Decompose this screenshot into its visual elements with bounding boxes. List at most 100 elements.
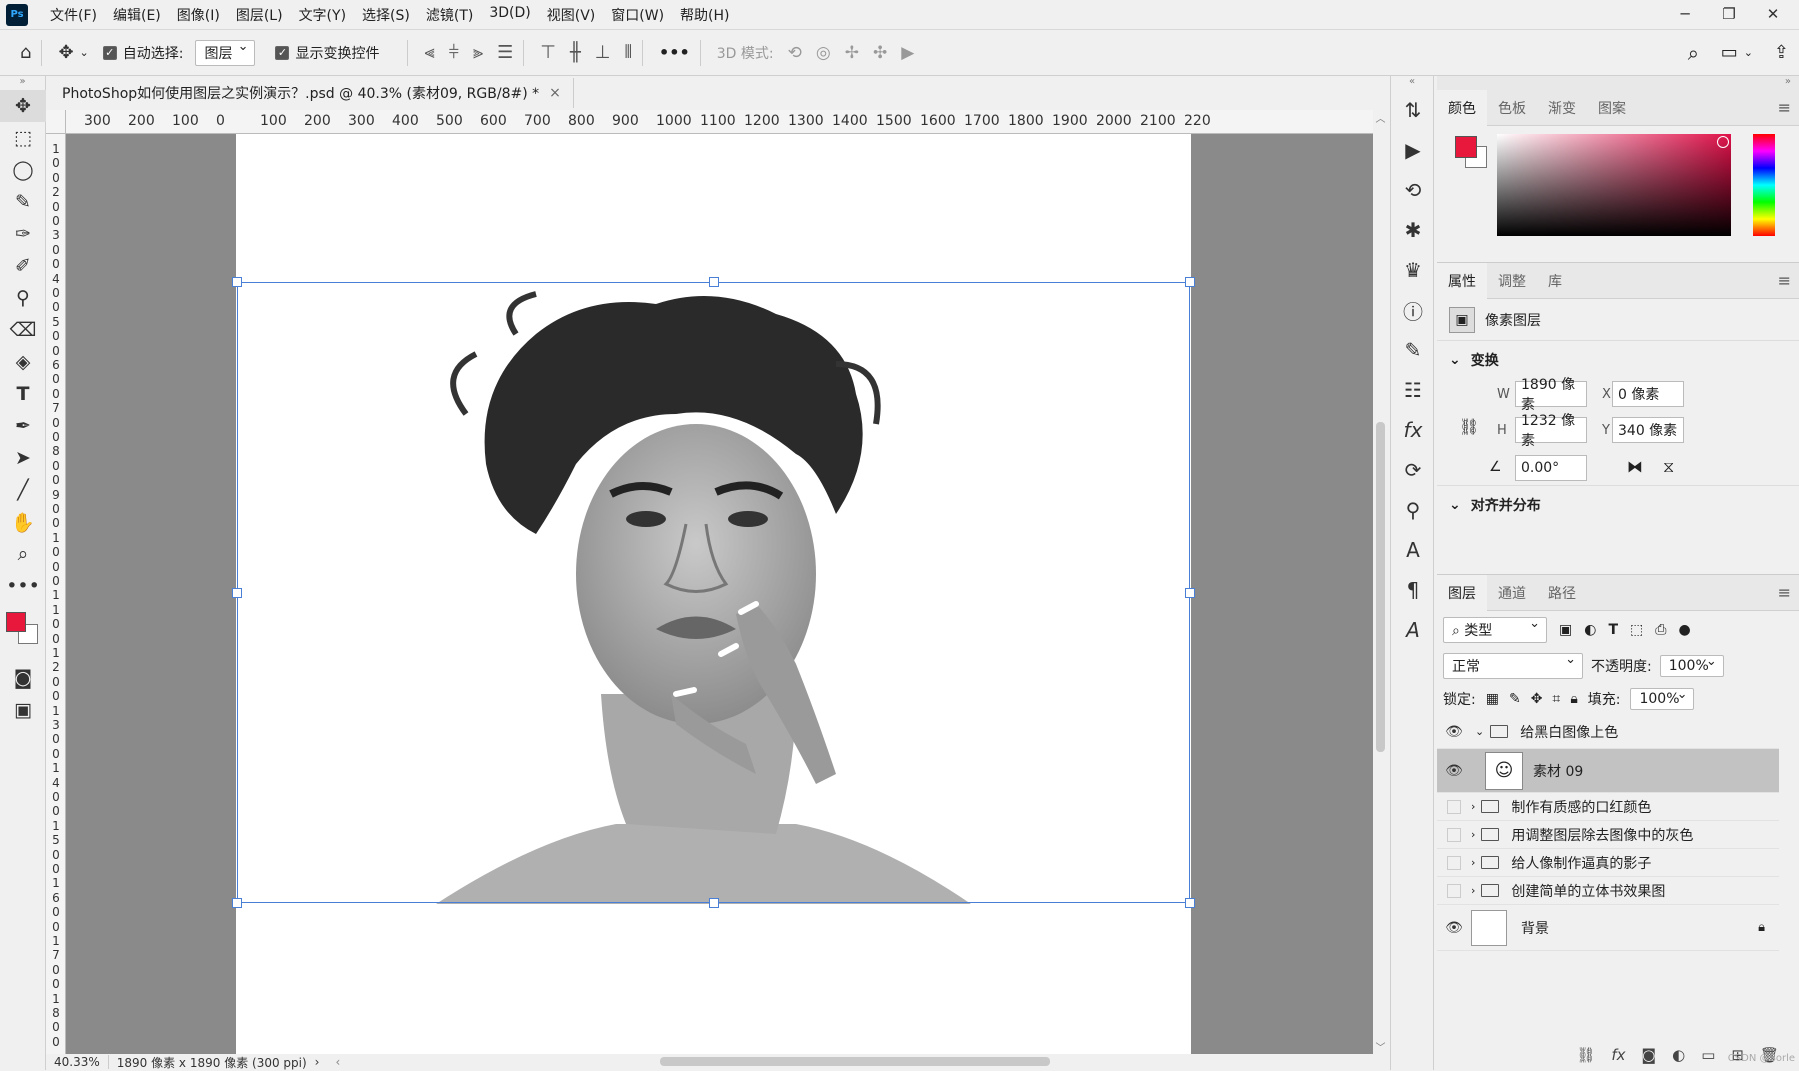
3d-roll-icon[interactable]: ◎ (816, 43, 831, 63)
brush-presets-icon[interactable]: ♛ (1391, 250, 1435, 290)
3d-orbit-icon[interactable]: ⟲ (788, 43, 802, 63)
height-field[interactable]: 1232 像素 (1515, 413, 1587, 449)
quick-select-tool[interactable]: ✎ (0, 186, 46, 218)
paint-bucket-tool[interactable]: ◈ (0, 346, 46, 378)
brush-settings-icon[interactable]: ✎ (1391, 330, 1435, 370)
scrollbar-thumb[interactable] (1376, 422, 1385, 752)
stamp-tool[interactable]: ⚲ (0, 282, 46, 314)
distribute-icon[interactable]: ☰ (497, 42, 513, 63)
adjustments-icon[interactable]: ☷ (1391, 370, 1435, 410)
lock-position-icon[interactable]: ✥ (1531, 691, 1543, 707)
layer-row[interactable]: › 给人像制作逼真的影子 (1437, 849, 1779, 877)
properties-stamp-icon[interactable]: ⚲ (1391, 490, 1435, 530)
visibility-eye-icon[interactable]: 👁︎ (1437, 920, 1471, 936)
panel-tab[interactable]: 路径 (1537, 575, 1587, 611)
width-field[interactable]: 1890 像素 (1515, 377, 1587, 413)
distribute-v-icon[interactable]: ⫴ (624, 42, 632, 63)
info-icon[interactable]: ⓘ (1391, 290, 1435, 330)
transform-handle[interactable] (232, 898, 242, 908)
panel-tab[interactable]: 图层 (1437, 574, 1487, 611)
align-hcenter-icon[interactable]: ⫩ (449, 42, 459, 63)
chevron-right-icon[interactable]: › (1471, 800, 1475, 813)
angle-field[interactable]: 0.00° (1515, 455, 1587, 481)
flip-horizontal-icon[interactable]: ⧓ (1627, 457, 1643, 476)
x-field[interactable]: 0 像素 (1612, 381, 1684, 407)
lock-pixels-icon[interactable]: ✎ (1509, 691, 1521, 707)
chevron-right-icon[interactable]: › (1471, 856, 1475, 869)
chevron-down-icon[interactable]: ⌄ (1475, 725, 1484, 738)
align-vcenter-icon[interactable]: ╫ (570, 42, 581, 63)
transform-handle[interactable] (232, 588, 242, 598)
marquee-tool[interactable]: ⬚ (0, 122, 46, 154)
line-tool[interactable]: ╱ (0, 474, 46, 506)
transform-handle[interactable] (709, 898, 719, 908)
eyedropper-tool[interactable]: ✑ (0, 218, 46, 250)
filter-smart-icon[interactable]: ⎙ (1655, 622, 1666, 638)
zoom-level[interactable]: 40.33% (46, 1055, 109, 1069)
menu-item[interactable]: 文件(F) (42, 5, 105, 25)
panel-menu-icon[interactable]: ≡ (1778, 271, 1791, 290)
panel-tab[interactable]: 通道 (1487, 575, 1537, 611)
menu-item[interactable]: 选择(S) (354, 5, 418, 25)
layer-filter-dropdown[interactable]: ⌕ 类型 (1443, 616, 1547, 643)
align-top-icon[interactable]: ⊤ (540, 42, 556, 63)
panel-tab[interactable]: 库 (1537, 263, 1573, 299)
transform-handle[interactable] (1185, 898, 1195, 908)
menu-item[interactable]: 帮助(H) (672, 5, 737, 25)
3d-slide-icon[interactable]: ✣ (873, 43, 887, 63)
hand-tool[interactable]: ✋ (0, 506, 46, 538)
lock-artboard-icon[interactable]: ⌗ (1552, 691, 1560, 707)
zoom-tool[interactable]: ⌕ (0, 538, 46, 570)
chevron-right-icon[interactable]: › (1471, 884, 1475, 897)
screen-mode-icon[interactable]: ▣ (0, 694, 46, 726)
layer-row[interactable]: 👁︎ ☺ 素材 09 (1437, 749, 1779, 793)
layer-row[interactable]: 👁︎ ⌄ 给黑白图像上色 (1437, 715, 1779, 749)
visibility-toggle[interactable] (1447, 799, 1461, 814)
layer-row[interactable]: › 制作有质感的口红颜色 (1437, 793, 1779, 821)
transform-bounding-box[interactable] (232, 277, 1195, 908)
collapse-icons-icon[interactable]: « (1391, 76, 1433, 90)
opacity-field[interactable]: 100% (1659, 654, 1724, 677)
foreground-color-swatch[interactable] (1455, 136, 1477, 158)
visibility-eye-icon[interactable]: 👁︎ (1437, 763, 1471, 779)
status-menu-arrow[interactable]: › (315, 1055, 320, 1069)
type-tool[interactable]: T (0, 378, 46, 410)
character-icon[interactable]: A (1391, 530, 1435, 570)
share-icon[interactable]: ⇪ (1774, 38, 1789, 68)
minimize-button[interactable]: ─ (1663, 0, 1707, 28)
chevron-right-icon[interactable]: › (1471, 828, 1475, 841)
fill-field[interactable]: 100% (1630, 687, 1695, 710)
visibility-toggle[interactable] (1447, 827, 1461, 842)
auto-select-checkbox[interactable]: ✓ 自动选择: (102, 38, 183, 68)
new-group-icon[interactable]: ▭ (1701, 1046, 1715, 1064)
panel-tab[interactable]: 渐变 (1537, 90, 1587, 126)
layer-row[interactable]: › 用调整图层除去图像中的灰色 (1437, 821, 1779, 849)
foreground-color-swatch[interactable] (6, 612, 26, 632)
workspace-button[interactable]: ▭ ⌄ (1721, 38, 1753, 68)
panel-tab[interactable]: 调整 (1487, 263, 1537, 299)
menu-item[interactable]: 编辑(E) (105, 5, 169, 25)
align-bottom-icon[interactable]: ⊥ (595, 42, 611, 63)
home-button[interactable]: ⌂ (20, 38, 31, 68)
pen-tool[interactable]: ✒ (0, 410, 46, 442)
lock-transparent-icon[interactable]: ▦ (1486, 691, 1499, 707)
layer-row[interactable]: 👁︎ 背景 🔒︎ (1437, 905, 1779, 951)
add-style-fx-icon[interactable]: fx (1611, 1046, 1625, 1064)
show-transform-checkbox[interactable]: ✓ 显示变换控件 (275, 38, 379, 68)
clone-source-icon[interactable]: ⟳ (1391, 450, 1435, 490)
filter-adjustment-icon[interactable]: ◐ (1584, 622, 1596, 638)
y-field[interactable]: 340 像素 (1612, 417, 1684, 443)
menu-item[interactable]: 滤镜(T) (418, 5, 481, 25)
filter-toggle-icon[interactable]: ● (1678, 622, 1690, 638)
panel-tab[interactable]: 属性 (1437, 262, 1487, 299)
history-states-icon[interactable]: ⇅ (1391, 90, 1435, 130)
color-picker-cursor[interactable] (1717, 136, 1729, 148)
menu-item[interactable]: 图层(L) (228, 5, 291, 25)
link-icon[interactable]: ⛓ (1459, 417, 1479, 436)
transform-handle[interactable] (1185, 277, 1195, 287)
color-field[interactable] (1497, 134, 1731, 236)
vertical-scrollbar[interactable]: ︿ ﹀ (1373, 110, 1388, 1054)
navigator-icon[interactable]: ✱ (1391, 210, 1435, 250)
more-tools[interactable]: ••• (0, 570, 46, 602)
eraser-tool[interactable]: ⌫ (0, 314, 46, 346)
